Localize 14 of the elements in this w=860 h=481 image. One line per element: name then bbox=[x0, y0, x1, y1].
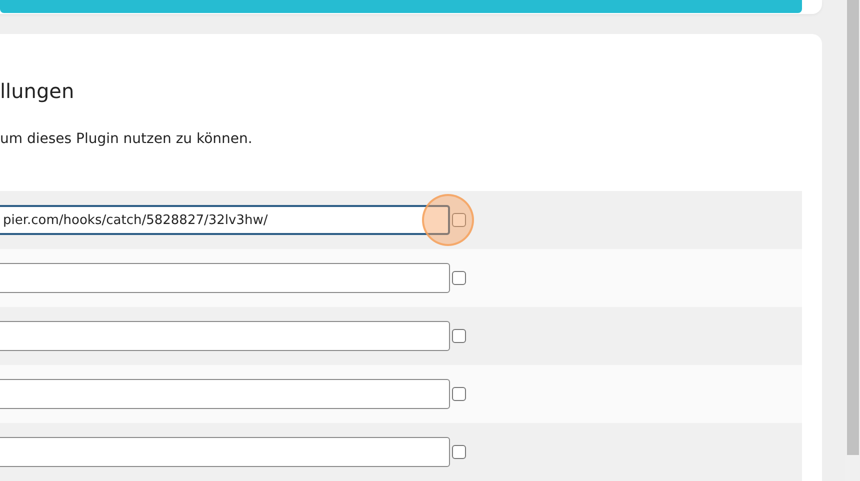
description-text: um dieses Plugin nutzen zu können. bbox=[0, 130, 254, 149]
url-input-field[interactable] bbox=[0, 437, 450, 467]
checkbox[interactable] bbox=[452, 271, 466, 285]
checkbox[interactable] bbox=[452, 329, 466, 343]
checkbox[interactable] bbox=[452, 445, 466, 459]
checkbox[interactable] bbox=[452, 387, 466, 401]
click-highlight bbox=[422, 194, 474, 246]
url-input-field[interactable] bbox=[0, 263, 450, 293]
section-heading: llungen bbox=[0, 78, 76, 105]
url-input-field[interactable] bbox=[0, 321, 450, 351]
url-input-field[interactable]: pier.com/hooks/catch/5828827/32lv3hw/ bbox=[0, 205, 450, 235]
scrollbar-thumb[interactable] bbox=[846, 0, 858, 455]
checkbox[interactable] bbox=[452, 213, 466, 227]
url-input-field[interactable] bbox=[0, 379, 450, 409]
